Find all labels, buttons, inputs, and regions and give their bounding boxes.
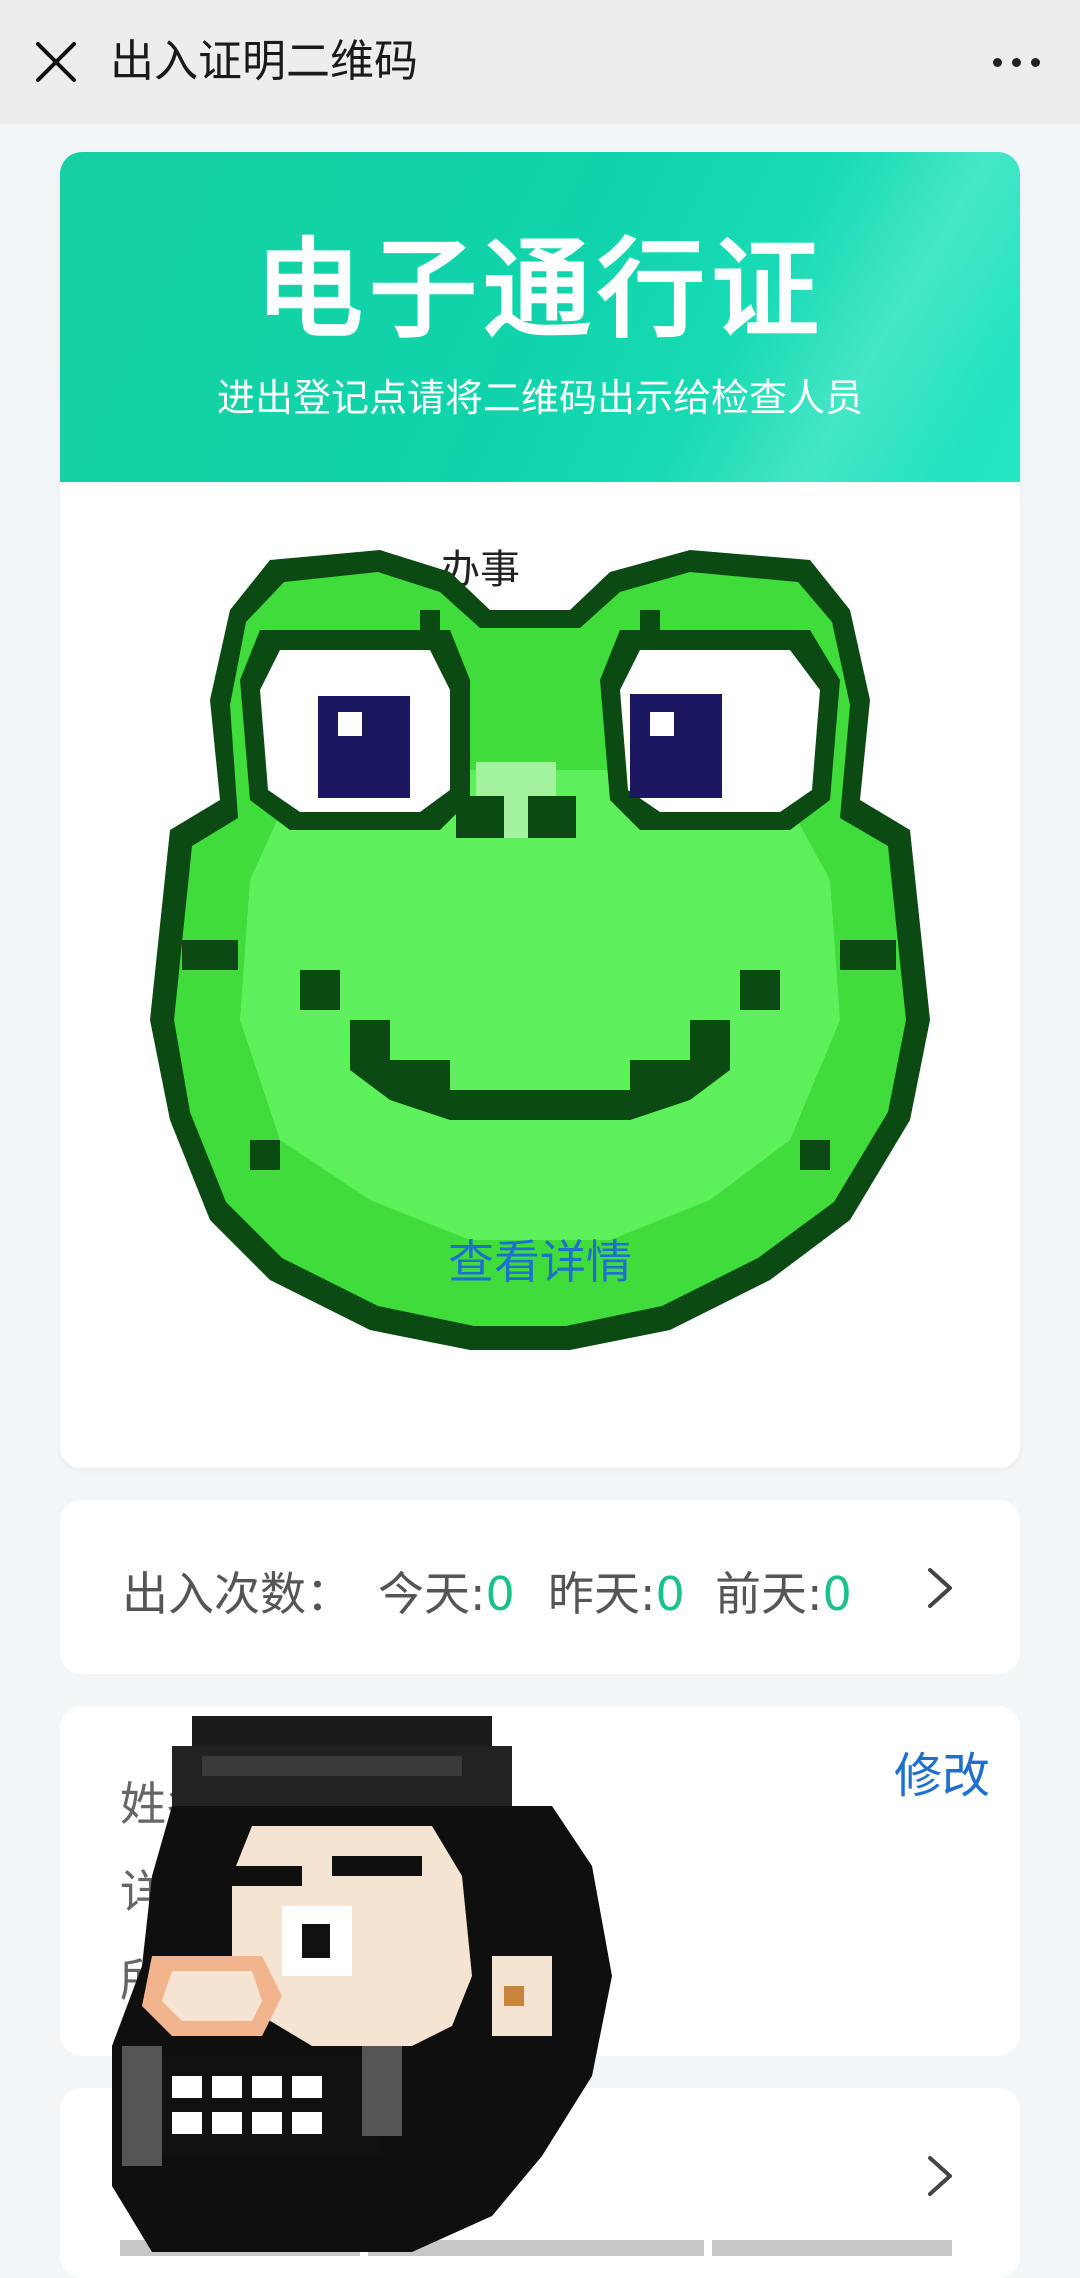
view-details-link[interactable]: 查看详情 [60,1226,1020,1292]
more-button[interactable] [976,30,1056,94]
stat-yesterday-value: 0 [655,1567,685,1621]
page-title: 出入证明二维码 [110,36,418,87]
chevron-right-icon[interactable] [920,2148,960,2204]
chevron-right-icon[interactable] [920,1560,960,1616]
pass-subtitle: 进出登记点请将二维码出示给检查人员 [216,376,863,420]
stats-card[interactable]: 出入次数： 今天:0 昨天:0 前天:0 [60,1500,1020,1674]
pixel-avatar-icon [112,1716,612,2252]
stats-label: 出入次数： [122,1567,352,1621]
more-icon [992,57,1002,67]
stat-before-value: 0 [822,1567,852,1621]
close-icon [36,42,76,82]
stat-yesterday: 昨天:0 [548,1567,685,1621]
stat-today-value: 0 [485,1567,515,1621]
pass-title: 电子通行证 [254,227,825,353]
edit-button[interactable]: 修改 [894,1736,990,1806]
close-button[interactable] [24,30,88,94]
pass-card: 电子通行证 进出登记点请将二维码出示给检查人员 办事 查看详情 [60,152,1020,1468]
stat-before-yesterday: 前天:0 [715,1567,852,1621]
stat-today: 今天:0 [378,1567,515,1621]
top-bar: 出入证明二维码 [0,0,1080,124]
pass-header: 电子通行证 进出登记点请将二维码出示给检查人员 [60,152,1020,482]
